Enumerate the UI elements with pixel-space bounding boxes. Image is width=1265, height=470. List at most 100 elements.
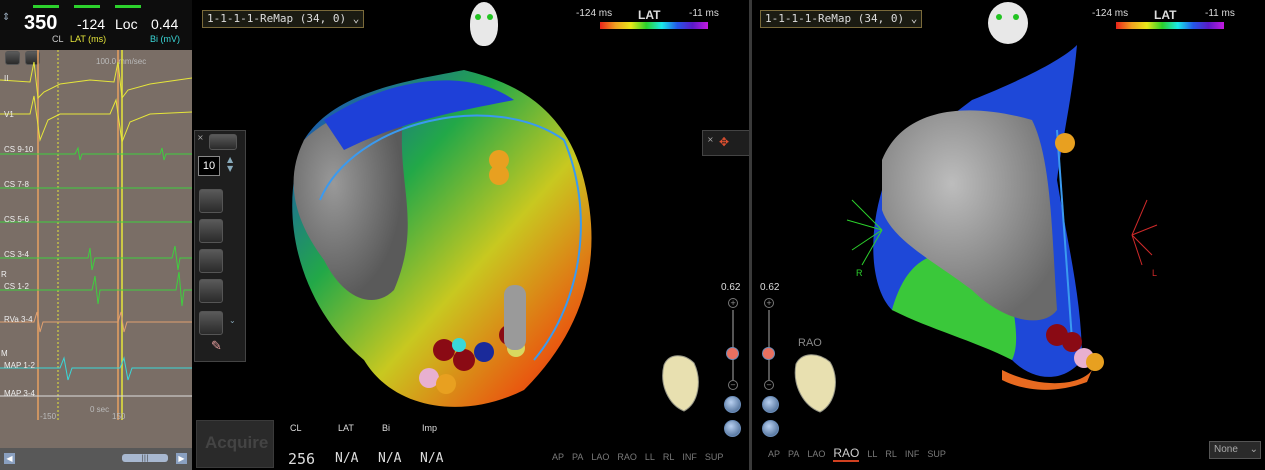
lat-indicator [74,5,100,8]
view-ap[interactable]: AP [552,452,564,462]
chevron-down-icon[interactable]: ⌄ [229,316,236,325]
scroll-thumb[interactable]: ||| [122,454,168,462]
chevron-down-icon: ⌄ [910,12,918,25]
channel-label: MAP 1-2 [4,361,35,370]
channel-label: V1 [4,110,14,119]
ecg-header: ⇕ 350 -124 Loc 0.44 CL LAT (ms) Bi (mV) [0,0,192,50]
view-rao[interactable]: RAO [617,452,637,462]
heart-3d-model[interactable] [264,60,624,420]
view-presets: AP PA LAO RAO LL RL INF SUP [768,442,954,462]
eye-icon[interactable] [724,396,741,413]
acquire-label: Acquire [205,433,269,452]
channel-label: CS 9-10 [4,145,34,154]
lat-title: LAT [1154,8,1177,22]
view-ll[interactable]: LL [645,452,655,462]
opacity-slider-handle[interactable] [726,347,739,360]
view-lao[interactable]: LAO [807,449,825,459]
grid-tool-button[interactable] [199,189,223,213]
magnet-tool-button[interactable] [199,219,223,243]
map-select[interactable]: 1-1-1-1-ReMap (34, 0) ⌄ [760,10,923,28]
time-label: 0 sec [90,405,110,414]
left-map-view[interactable]: 1-1-1-1-ReMap (34, 0) ⌄ -124 ms LAT -11 … [194,0,749,470]
plus-icon[interactable]: + [728,298,738,308]
lat-min-label: -124 ms [1092,8,1129,19]
lat-max-label: -11 ms [689,8,719,19]
scroll-right-icon[interactable]: ▶ [176,453,187,464]
lat-min-label: -124 ms [576,8,613,19]
channel-label: RVa 3-4 [4,315,33,324]
scroll-left-icon[interactable]: ◀ [4,453,15,464]
head-orientation-icon[interactable] [470,2,498,46]
opacity-slider-track[interactable] [732,310,734,380]
footer-label: Bi [382,423,391,433]
head-orientation-icon[interactable] [988,2,1028,44]
heart-3d-model[interactable] [852,40,1132,400]
opacity-value: 0.62 [721,282,741,293]
minus-icon[interactable]: − [764,380,774,390]
ecg-panel: ⇕ 350 -124 Loc 0.44 CL LAT (ms) Bi (mV) … [0,0,192,470]
opacity-slider-handle[interactable] [762,347,775,360]
view-sup[interactable]: SUP [705,452,724,462]
heart-orientation-icon[interactable] [654,345,704,415]
axis-indicator-r [846,199,883,266]
bi-value: 0.44 [151,16,179,32]
lat-title: LAT [638,8,661,22]
reset-view-icon[interactable] [724,420,741,437]
view-rao[interactable]: RAO [833,446,860,462]
point-count[interactable]: 10 [198,156,220,176]
bi-label: Bi (mV) [150,34,180,44]
lat-value: -124 [77,16,106,32]
side-label: R [1,270,7,279]
view-ll[interactable]: LL [867,449,877,459]
tool-palette: × 10 ▲ ▼ ⌄ ✎ [194,130,246,362]
cl-value: 350 [24,12,58,34]
view-rl[interactable]: RL [885,449,897,459]
chevron-down-icon: ⌄ [352,12,360,25]
view-ap[interactable]: AP [768,449,780,459]
rotate-tool-button[interactable] [199,279,223,303]
time-label: -150 [40,412,57,421]
sort-icon[interactable]: ⇕ [2,12,10,23]
stepper-icon[interactable]: ▲ ▼ [227,155,233,173]
overlay-select-value: None [1214,444,1238,455]
imp-readout: N/A [420,451,444,466]
lat-readout: N/A [335,451,359,466]
ecg-scrollbar[interactable]: ◀ ||| ▶ [0,448,192,470]
axis-indicator-l [1131,199,1158,266]
view-sup[interactable]: SUP [927,449,946,459]
time-label: 150 [112,412,126,421]
lat-color-bar [1116,22,1224,29]
view-inf[interactable]: INF [905,449,920,459]
channel-label: CS 1-2 [4,282,29,291]
catheter-widget[interactable]: × ✥ [702,130,749,156]
footer-label: Imp [422,423,438,433]
map-select-value: 1-1-1-1-ReMap (34, 0) [207,12,347,25]
view-lao[interactable]: LAO [591,452,609,462]
axis-label-l: L [1152,268,1158,278]
lat-max-label: -11 ms [1205,8,1235,19]
channel-label: CS 5-6 [4,215,29,224]
channel-label: CS 7-8 [4,180,29,189]
tag-tool-icon[interactable]: ✎ [211,339,222,354]
close-icon[interactable]: × [197,133,204,142]
minus-icon[interactable]: − [728,380,738,390]
opacity-slider-track[interactable] [768,310,770,380]
hand-tool-button[interactable] [199,249,223,273]
brush-tool-button[interactable] [199,311,223,335]
heart-orientation-icon[interactable] [788,346,844,416]
view-inf[interactable]: INF [682,452,697,462]
right-map-view[interactable]: 1-1-1-1-ReMap (34, 0) ⌄ -124 ms LAT -11 … [752,0,1265,470]
reset-view-icon[interactable] [762,420,779,437]
view-pa[interactable]: PA [572,452,583,462]
acquire-button[interactable]: Acquire [196,420,274,468]
view-pa[interactable]: PA [788,449,799,459]
footer-label: CL [290,423,302,433]
palette-header-button[interactable] [209,134,237,150]
close-icon[interactable]: × [707,135,714,144]
chevron-down-icon: ⌄ [1249,444,1258,455]
eye-icon[interactable] [762,396,779,413]
plus-icon[interactable]: + [764,298,774,308]
view-rl[interactable]: RL [663,452,675,462]
overlay-select[interactable]: None ⌄ [1209,441,1261,459]
map-select[interactable]: 1-1-1-1-ReMap (34, 0) ⌄ [202,10,365,28]
